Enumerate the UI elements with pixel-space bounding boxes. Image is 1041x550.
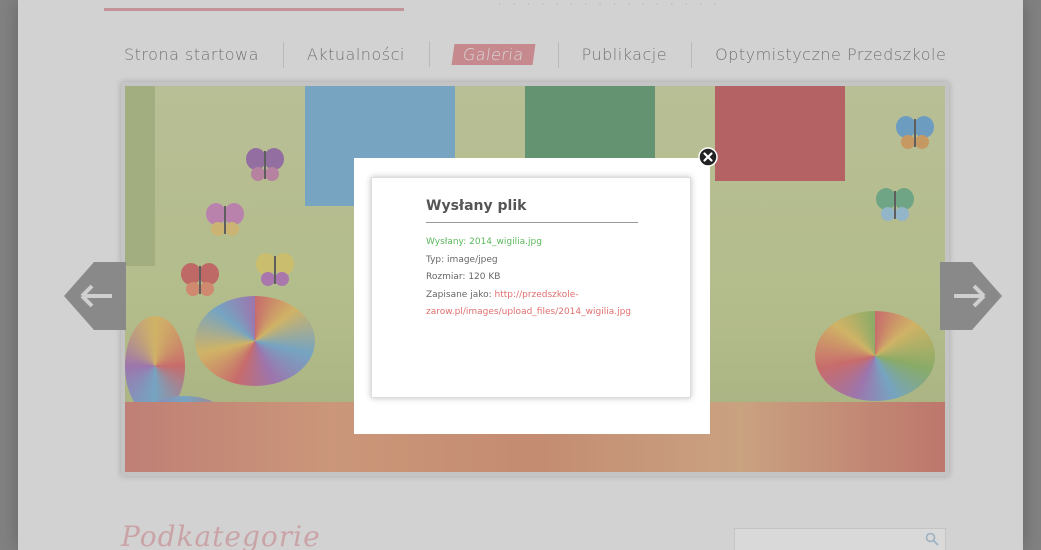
modal-title: Wysłany plik [426, 198, 527, 214]
type-row: Typ: image/jpeg [426, 252, 676, 270]
modal-divider [426, 222, 638, 223]
sent-label: Wysłany: [426, 237, 467, 247]
saved-row: Zapisane jako: http://przedszkole-zarow.… [426, 287, 676, 322]
upload-result-modal: Wysłany plik Wysłany: 2014_wigilia.jpg T… [354, 158, 710, 434]
type-label: Typ: [426, 254, 445, 265]
size-value: 120 KB [468, 272, 501, 282]
type-value: image/jpeg [447, 254, 498, 265]
sent-file-row: Wysłany: 2014_wigilia.jpg [426, 234, 676, 252]
sent-value: 2014_wigilia.jpg [469, 237, 542, 247]
saved-link[interactable]: http://przedszkole- [495, 290, 579, 300]
saved-label: Zapisane jako: [426, 289, 492, 300]
size-label: Rozmiar: [426, 272, 466, 282]
modal-body: Wysłany: 2014_wigilia.jpg Typ: image/jpe… [426, 234, 676, 322]
modal-content: Wysłany plik Wysłany: 2014_wigilia.jpg T… [371, 177, 691, 398]
close-icon[interactable] [698, 147, 718, 167]
size-row: Rozmiar: 120 KB [426, 269, 676, 287]
saved-link-continued[interactable]: zarow.pl/images/upload_files/2014_wigili… [426, 307, 631, 317]
